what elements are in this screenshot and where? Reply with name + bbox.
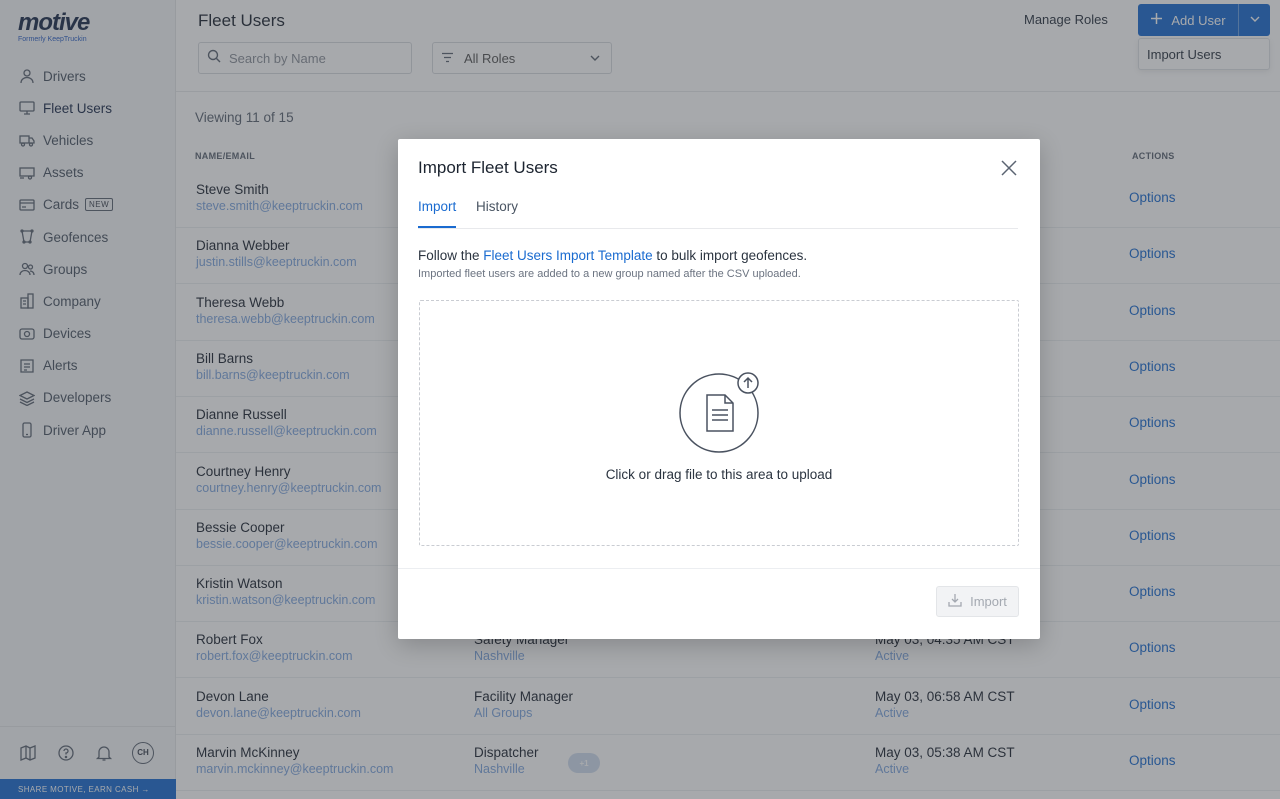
modal-tabs: Import History [418,199,1018,229]
import-instructions: Follow the Fleet Users Import Template t… [418,248,807,263]
file-dropzone[interactable]: Click or drag file to this area to uploa… [419,300,1019,546]
import-button[interactable]: Import [936,586,1019,617]
divider [398,568,1040,569]
modal-title: Import Fleet Users [418,158,558,177]
tab-history[interactable]: History [476,199,518,228]
close-icon[interactable] [1000,159,1018,177]
import-icon [948,593,962,610]
dropzone-label: Click or drag file to this area to uploa… [605,467,833,482]
instructions-suffix: to bulk import geofences. [652,248,808,263]
import-template-link[interactable]: Fleet Users Import Template [483,248,652,263]
upload-file-icon [679,371,763,460]
import-note: Imported fleet users are added to a new … [418,268,801,280]
instructions-prefix: Follow the [418,248,484,263]
import-fleet-users-modal: Import Fleet Users Import History Follow… [398,139,1040,639]
import-button-label: Import [970,594,1007,609]
tab-import[interactable]: Import [418,199,457,228]
